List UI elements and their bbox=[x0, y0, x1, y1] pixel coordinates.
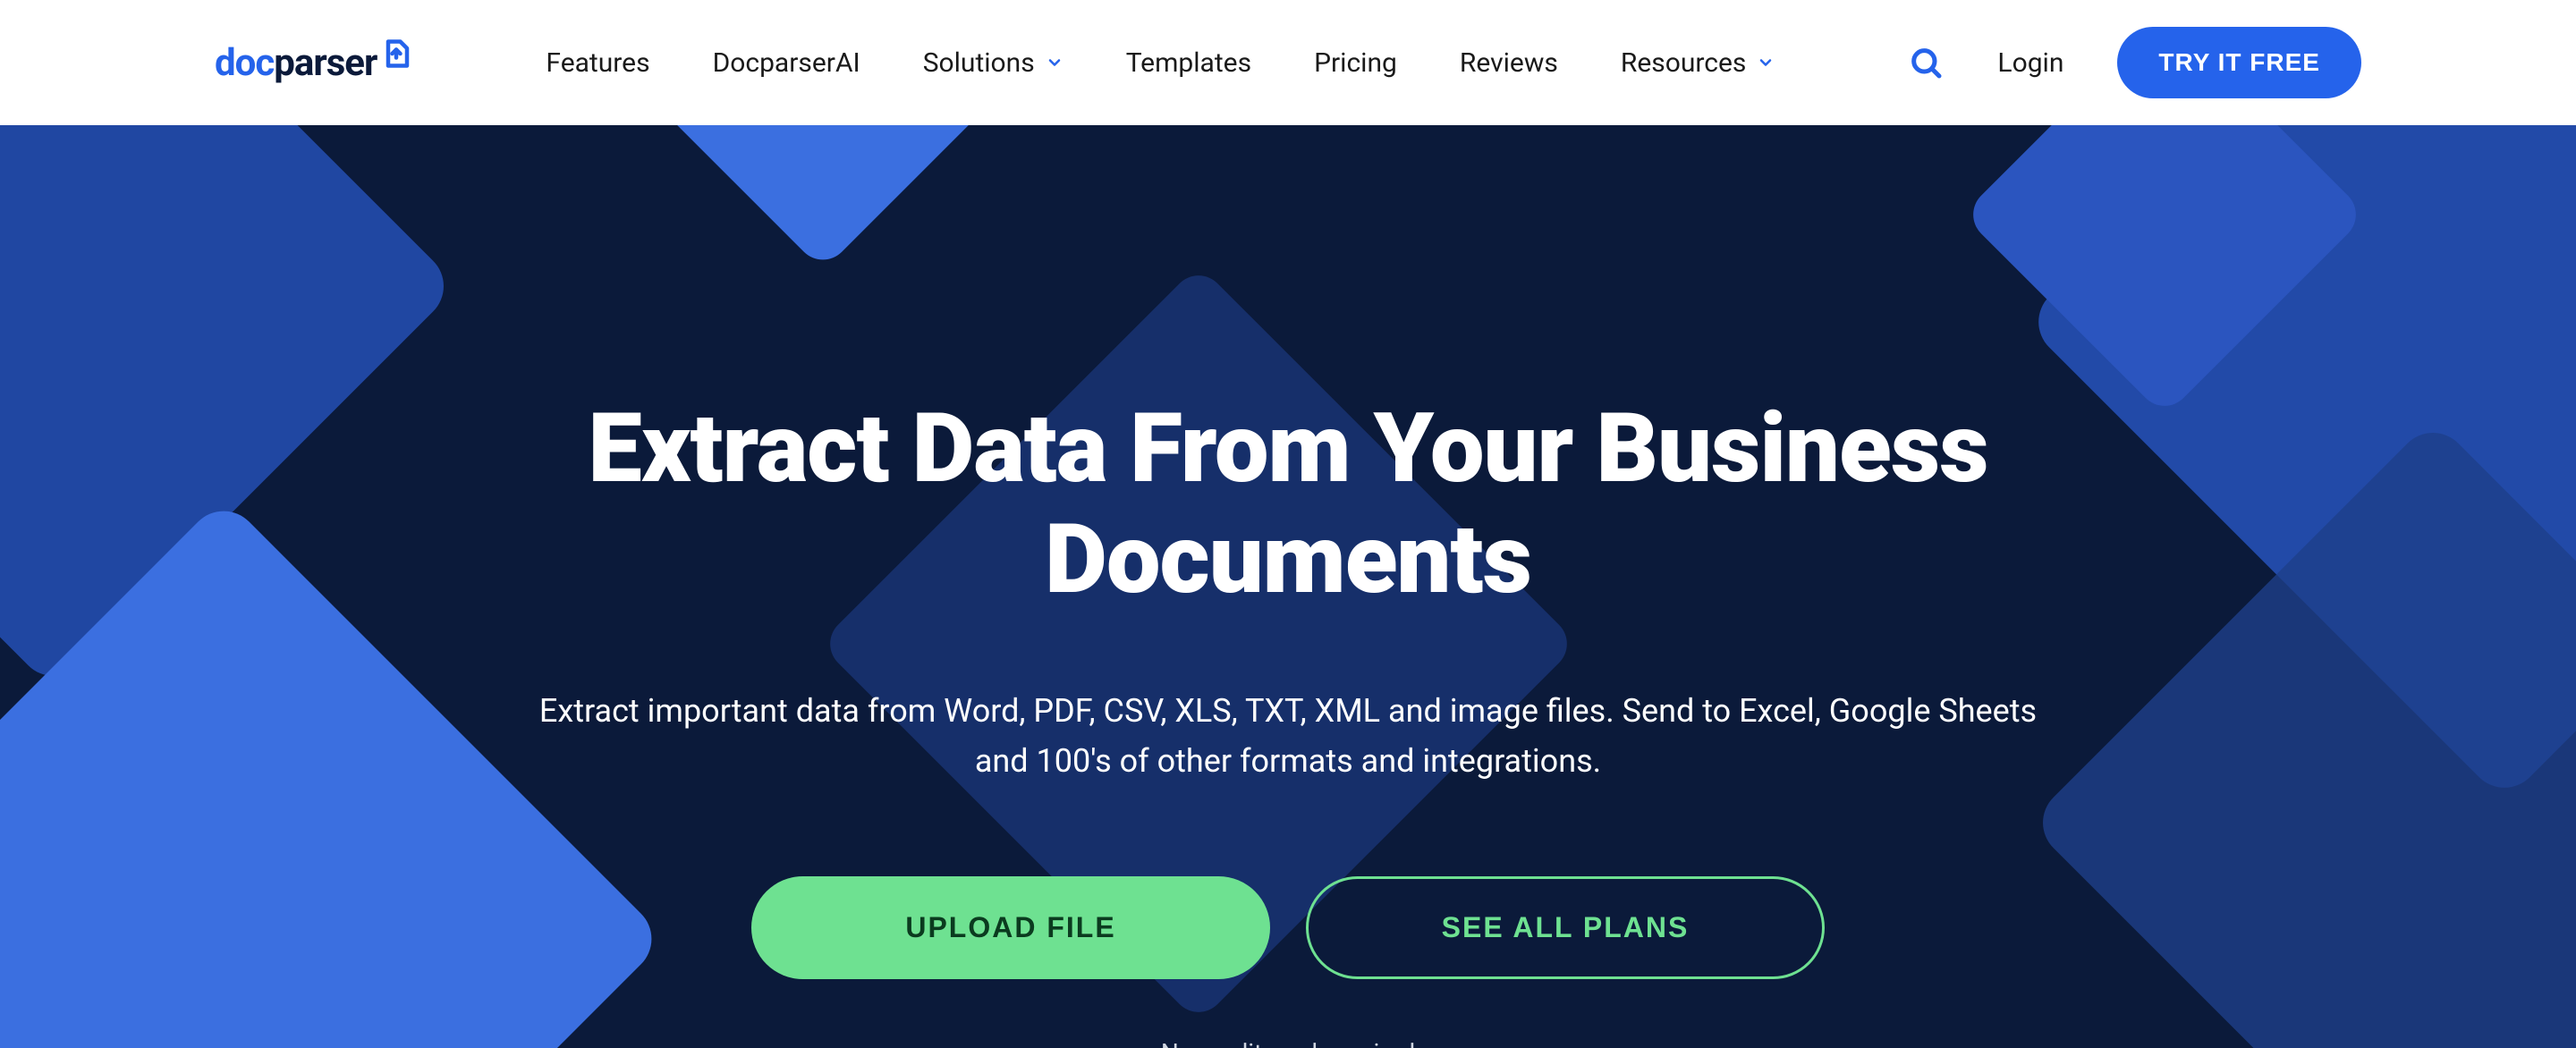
logo-text-parser: parser bbox=[274, 41, 377, 85]
hero-section: Extract Data From Your Business Document… bbox=[0, 125, 2576, 1048]
hero-button-group: UPLOAD FILE SEE ALL PLANS bbox=[751, 876, 1825, 979]
hero-title: Extract Data From Your Business Document… bbox=[483, 393, 2093, 615]
hero-content: Extract Data From Your Business Document… bbox=[0, 125, 2576, 1048]
nav-label: Pricing bbox=[1314, 47, 1397, 79]
nav-label: Resources bbox=[1621, 47, 1747, 79]
see-plans-button[interactable]: SEE ALL PLANS bbox=[1306, 876, 1825, 979]
nav-item-solutions[interactable]: Solutions bbox=[923, 47, 1063, 79]
nav-label: Reviews bbox=[1460, 47, 1558, 79]
nav-label: Features bbox=[546, 47, 649, 79]
nav-label: Templates bbox=[1126, 47, 1251, 79]
nav-item-docparserai[interactable]: DocparserAI bbox=[713, 47, 860, 79]
chevron-down-icon bbox=[1046, 54, 1063, 72]
header-actions: Login TRY IT FREE bbox=[1908, 27, 2361, 98]
try-free-button[interactable]: TRY IT FREE bbox=[2117, 27, 2361, 98]
primary-nav: Features DocparserAI Solutions Templates… bbox=[546, 47, 1775, 79]
nav-label: DocparserAI bbox=[713, 47, 860, 79]
logo-text-doc: doc bbox=[215, 41, 274, 85]
nav-item-features[interactable]: Features bbox=[546, 47, 649, 79]
nav-item-pricing[interactable]: Pricing bbox=[1314, 47, 1397, 79]
hero-subtitle: Extract important data from Word, PDF, C… bbox=[528, 687, 2048, 787]
nav-label: Solutions bbox=[923, 47, 1035, 79]
brand-logo[interactable]: docparser bbox=[215, 41, 412, 85]
login-link[interactable]: Login bbox=[1997, 47, 2063, 79]
nav-item-resources[interactable]: Resources bbox=[1621, 47, 1775, 79]
chevron-down-icon bbox=[1757, 54, 1775, 72]
site-header: docparser Features DocparserAI Solutions… bbox=[0, 0, 2576, 125]
upload-file-button[interactable]: UPLOAD FILE bbox=[751, 876, 1270, 979]
search-icon[interactable] bbox=[1908, 45, 1944, 80]
logo-icon bbox=[380, 36, 412, 80]
nav-item-templates[interactable]: Templates bbox=[1126, 47, 1251, 79]
hero-note: No credit card required bbox=[1161, 1038, 1415, 1048]
nav-item-reviews[interactable]: Reviews bbox=[1460, 47, 1558, 79]
